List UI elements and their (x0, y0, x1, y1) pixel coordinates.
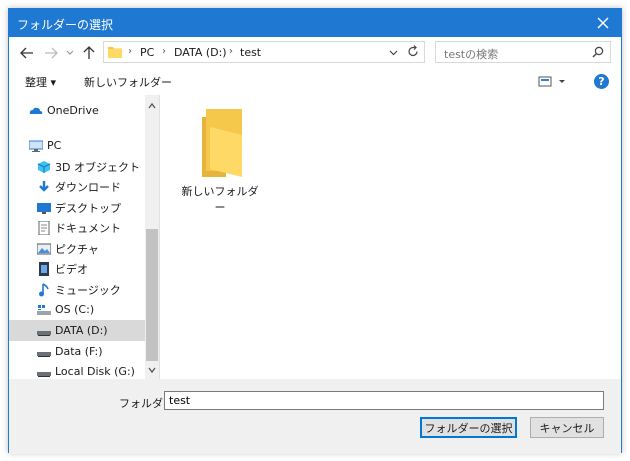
select-folder-button[interactable]: フォルダーの選択 (420, 417, 517, 438)
sidebar-item-label: ピクチャ (55, 242, 99, 256)
content-area: OneDrive PC 3D オブジェクト ダウンロード デスクトップ ドキュメ… (9, 95, 621, 379)
chevron-down-icon (389, 50, 398, 56)
close-button[interactable] (585, 9, 621, 37)
breadcrumb-test[interactable]: test (240, 46, 261, 59)
drive-icon (37, 351, 51, 357)
pc-icon (29, 140, 43, 152)
chevron-down-icon[interactable] (147, 365, 157, 375)
navigation-pane: OneDrive PC 3D オブジェクト ダウンロード デスクトップ ドキュメ… (9, 95, 159, 379)
folder-name: 新しいフォルダー (181, 185, 259, 214)
chevron-right-icon: › (162, 46, 166, 57)
back-button[interactable] (19, 45, 35, 61)
sidebar-item-pictures[interactable]: ピクチャ (9, 238, 145, 259)
breadcrumb-pc[interactable]: PC (140, 46, 154, 59)
sidebar-item-label: 3D オブジェクト (55, 160, 140, 174)
sidebar-item-label: OneDrive (47, 104, 99, 117)
organize-button[interactable]: 整理 ▾ (25, 74, 56, 90)
drive-icon (37, 330, 51, 336)
cancel-button[interactable]: キャンセル (530, 417, 604, 438)
breadcrumb-data-drive[interactable]: DATA (D:) (174, 46, 227, 59)
download-icon (39, 180, 49, 192)
address-dropdown-button[interactable] (389, 46, 398, 59)
desktop-icon (37, 202, 51, 214)
arrow-left-icon (20, 47, 33, 59)
sidebar-item-downloads[interactable]: ダウンロード (9, 176, 145, 197)
view-icon (538, 76, 565, 87)
sidebar-item-label: ミュージック (55, 283, 121, 297)
folder-input[interactable] (164, 391, 604, 410)
drive-icon (37, 371, 51, 377)
toolbar: 整理 ▾ 新しいフォルダー ? (9, 69, 621, 96)
sidebar-item-data-f[interactable]: Data (F:) (9, 341, 145, 362)
forward-button[interactable] (43, 45, 59, 61)
chevron-right-icon: › (128, 46, 132, 57)
view-options-button[interactable] (538, 76, 568, 91)
sidebar-item-label: デスクトップ (55, 201, 121, 215)
sidebar-item-label: ドキュメント (55, 221, 121, 235)
sidebar-item-label: OS (C:) (55, 303, 95, 316)
refresh-icon (408, 45, 418, 57)
sidebar-item-desktop[interactable]: デスクトップ (9, 197, 145, 218)
3d-objects-icon (37, 160, 51, 173)
sidebar-item-pc[interactable]: PC (9, 135, 145, 156)
navigation-scrollbar[interactable] (145, 95, 159, 379)
sidebar-item-music[interactable]: ミュージック (9, 279, 145, 300)
chevron-down-icon (66, 50, 74, 55)
search-icon (592, 46, 604, 61)
sidebar-item-label: PC (47, 139, 62, 152)
sidebar-item-label: ビデオ (55, 262, 88, 276)
pictures-icon (37, 243, 51, 254)
file-list: 新しいフォルダー (160, 95, 621, 379)
title-bar: フォルダーの選択 (9, 9, 621, 37)
folder-item[interactable]: 新しいフォルダー (180, 105, 260, 214)
up-button[interactable] (81, 45, 97, 61)
sidebar-item-documents[interactable]: ドキュメント (9, 217, 145, 238)
video-icon (39, 261, 49, 276)
bottom-panel: フォルダー: フォルダーの選択 キャンセル (9, 379, 621, 454)
folder-icon (202, 109, 242, 177)
chevron-up-icon[interactable] (147, 101, 157, 111)
folder-select-dialog: フォルダーの選択 › PC › DATA (D:) › test testの検索… (8, 8, 622, 454)
scrollbar-thumb[interactable] (146, 229, 158, 361)
folder-icon (108, 47, 122, 58)
chevron-right-icon: › (229, 46, 233, 57)
close-icon (597, 17, 609, 29)
refresh-button[interactable] (407, 45, 419, 61)
window-title: フォルダーの選択 (17, 18, 114, 32)
music-icon (39, 282, 49, 296)
sidebar-item-data-d[interactable]: DATA (D:) (9, 320, 145, 341)
sidebar-item-label: Local Disk (G:) (55, 365, 135, 378)
drive-icon (37, 304, 51, 315)
documents-icon (38, 220, 50, 235)
sidebar-item-label: Data (F:) (55, 345, 103, 358)
recent-locations-button[interactable] (65, 45, 75, 61)
sidebar-item-3d-objects[interactable]: 3D オブジェクト (9, 156, 145, 177)
sidebar-item-label: DATA (D:) (55, 324, 108, 337)
sidebar-item-os-c[interactable]: OS (C:) (9, 299, 145, 320)
search-box[interactable]: testの検索 (435, 41, 611, 63)
address-bar[interactable]: › PC › DATA (D:) › test (103, 41, 425, 63)
sidebar-item-videos[interactable]: ビデオ (9, 258, 145, 279)
new-folder-button[interactable]: 新しいフォルダー (84, 74, 172, 90)
onedrive-icon (29, 107, 43, 114)
sidebar-item-label: ダウンロード (55, 180, 121, 194)
arrow-right-icon (45, 47, 58, 59)
search-placeholder: testの検索 (444, 48, 499, 61)
navigation-bar: › PC › DATA (D:) › test testの検索 (9, 37, 621, 69)
arrow-up-icon (83, 46, 95, 59)
sidebar-item-onedrive[interactable]: OneDrive (9, 100, 145, 121)
help-button[interactable]: ? (594, 74, 609, 89)
